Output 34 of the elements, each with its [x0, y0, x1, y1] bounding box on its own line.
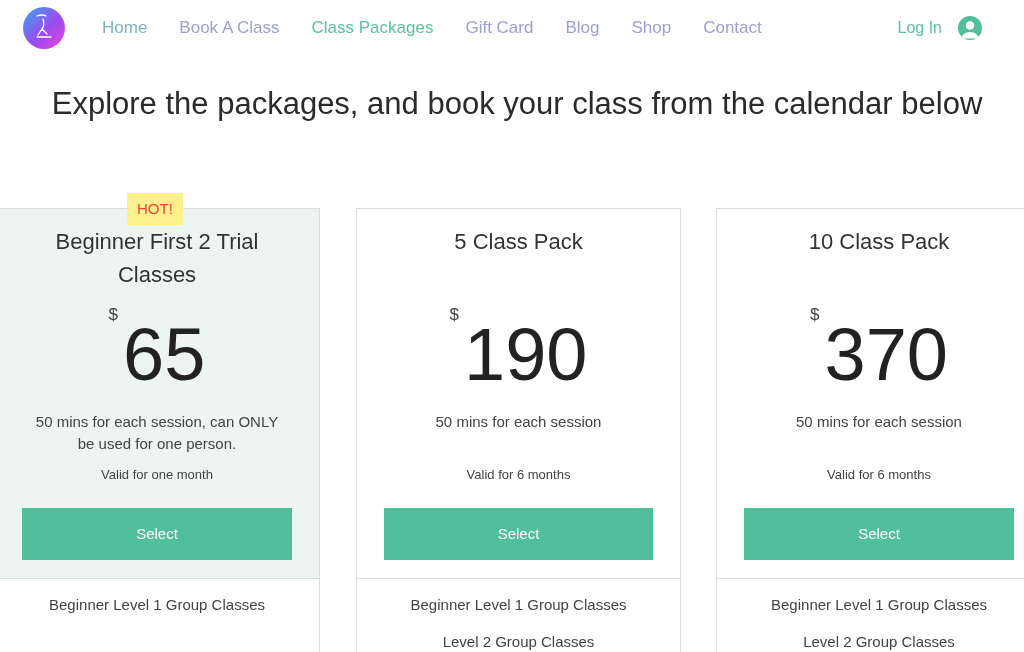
- nav-link[interactable]: Book A Class: [179, 17, 280, 38]
- package-feature: Beginner Level 1 Group Classes: [48, 595, 266, 615]
- currency-symbol: $: [449, 305, 459, 325]
- package-title: 10 Class Pack: [807, 228, 951, 256]
- package-description: 50 mins for each session, can ONLY be used for one person.: [34, 412, 280, 454]
- package-validity: Valid for one month: [100, 466, 214, 484]
- package-feature: Level 2 Group Classes: [802, 632, 956, 652]
- currency-symbol: $: [810, 305, 820, 325]
- select-button[interactable]: Select: [384, 508, 653, 560]
- package-validity: Valid for 6 months: [465, 466, 572, 484]
- logo-icon[interactable]: [23, 6, 65, 49]
- page-subtitle: Explore the packages, and book your class from the calendar below: [50, 86, 984, 122]
- package-description: 50 mins for each session: [795, 412, 963, 432]
- nav-link[interactable]: Shop: [631, 17, 672, 38]
- currency-symbol: $: [108, 305, 119, 325]
- package-title: 5 Class Pack: [453, 228, 584, 256]
- package-feature: Level 2 Group Classes: [441, 632, 596, 652]
- nav-link[interactable]: Home: [102, 17, 148, 38]
- package-title: Beginner First 2 Trial Classes: [54, 228, 260, 289]
- nav-link[interactable]: Gift Card: [465, 17, 534, 38]
- hot-tag: HOT!: [127, 193, 183, 225]
- nav-link[interactable]: Class Packages: [311, 17, 434, 38]
- nav-link[interactable]: Contact: [703, 17, 762, 38]
- package-price: 190: [464, 318, 588, 392]
- login-link[interactable]: Log In: [897, 17, 942, 38]
- package-validity: Valid for 6 months: [826, 466, 932, 484]
- package-feature: Beginner Level 1 Group Classes: [770, 595, 988, 615]
- package-description: 50 mins for each session: [434, 412, 603, 432]
- package-price: 370: [824, 318, 948, 392]
- select-button[interactable]: Select: [22, 508, 292, 560]
- select-button[interactable]: Select: [744, 508, 1014, 560]
- package-price: 65: [123, 318, 206, 392]
- package-feature: Beginner Level 1 Group Classes: [409, 595, 628, 615]
- nav-link[interactable]: Blog: [565, 17, 600, 38]
